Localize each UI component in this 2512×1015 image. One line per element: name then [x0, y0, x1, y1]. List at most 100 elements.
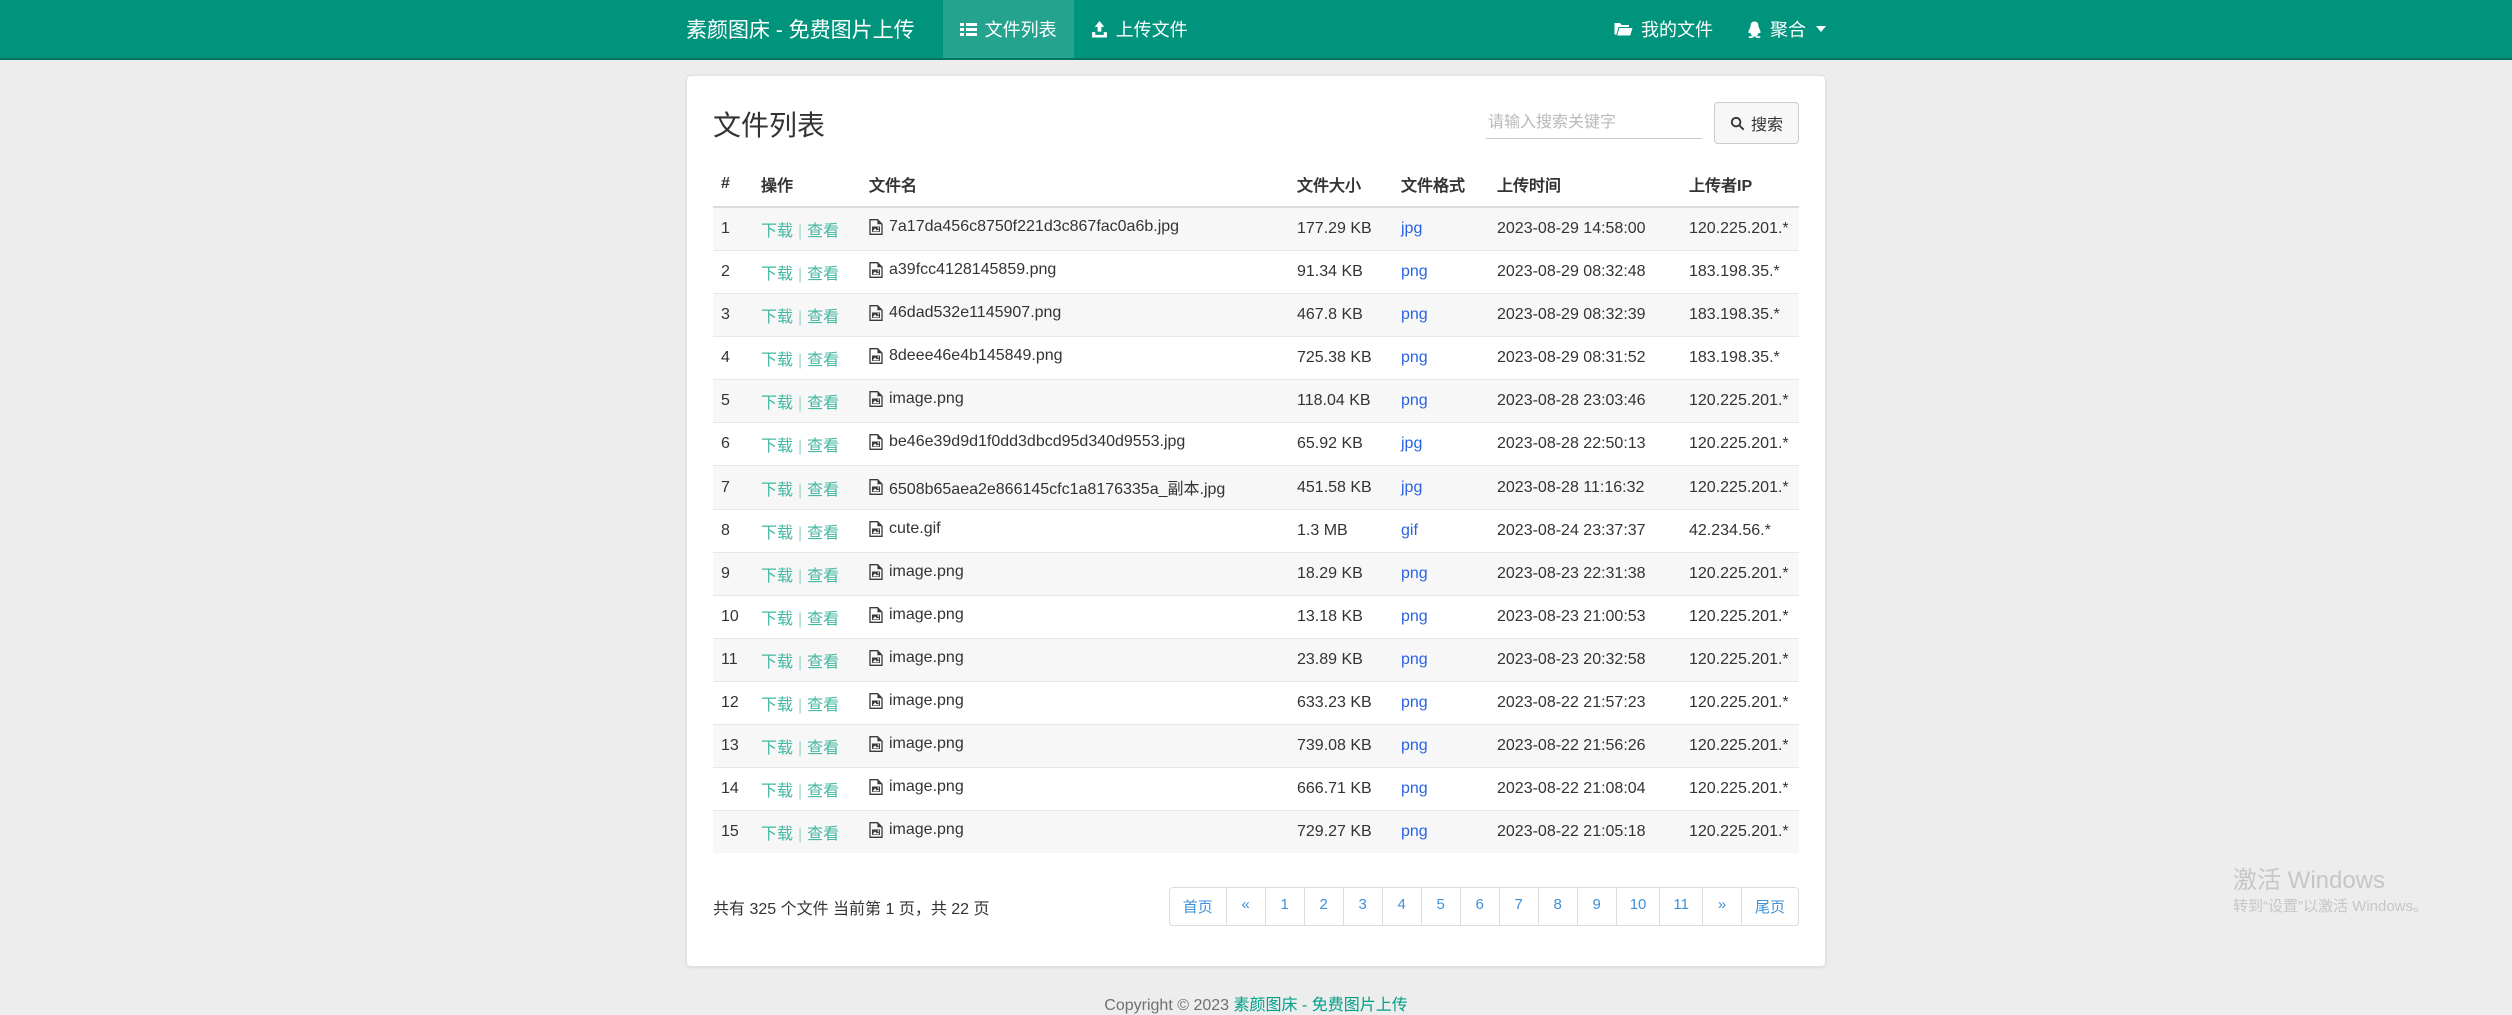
format-link[interactable]: png	[1401, 306, 1428, 323]
download-link[interactable]: 下载	[761, 697, 793, 714]
download-link[interactable]: 下载	[761, 654, 793, 671]
filename-text[interactable]: image.png	[889, 778, 964, 796]
nav-tab-file-list[interactable]: 文件列表	[943, 0, 1074, 58]
action-separator: |	[798, 395, 802, 412]
filename-text[interactable]: 8deee46e4b145849.png	[889, 347, 1063, 365]
download-link[interactable]: 下载	[761, 525, 793, 542]
row-size: 633.23 KB	[1289, 682, 1393, 725]
page-button-尾页[interactable]: 尾页	[1741, 887, 1799, 926]
page-button-首页[interactable]: 首页	[1169, 887, 1227, 926]
table-row: 11 下载|查看 image.png 23.89 KB png 2023-08-…	[713, 639, 1799, 682]
footer-site-link[interactable]: 素颜图床 - 免费图片上传	[1233, 997, 1407, 1014]
format-link[interactable]: jpg	[1401, 479, 1422, 496]
filename-text[interactable]: be46e39d9d1f0dd3dbcd95d340d9553.jpg	[889, 433, 1185, 451]
table-row: 14 下载|查看 image.png 666.71 KB png 2023-08…	[713, 768, 1799, 811]
filename-text[interactable]: image.png	[889, 606, 964, 624]
format-link[interactable]: png	[1401, 780, 1428, 797]
view-link[interactable]: 查看	[807, 438, 839, 455]
page-button-5[interactable]: 5	[1421, 887, 1461, 926]
page-button-3[interactable]: 3	[1343, 887, 1383, 926]
filename-text[interactable]: image.png	[889, 692, 964, 710]
filename-text[interactable]: 46dad532e1145907.png	[889, 304, 1061, 322]
filename-text[interactable]: 6508b65aea2e866145cfc1a8176335a_副本.jpg	[889, 475, 1225, 499]
format-link[interactable]: png	[1401, 823, 1428, 840]
row-filename: a39fcc4128145859.png	[861, 251, 1289, 294]
download-link[interactable]: 下载	[761, 568, 793, 585]
format-link[interactable]: png	[1401, 392, 1428, 409]
view-link[interactable]: 查看	[807, 611, 839, 628]
page-button-2[interactable]: 2	[1304, 887, 1344, 926]
view-link[interactable]: 查看	[807, 395, 839, 412]
row-upload-time: 2023-08-22 21:08:04	[1489, 768, 1681, 811]
brand-title[interactable]: 素颜图床 - 免费图片上传	[686, 0, 943, 58]
row-size: 118.04 KB	[1289, 380, 1393, 423]
filename-text[interactable]: image.png	[889, 649, 964, 667]
col-header-index: #	[713, 162, 753, 207]
filename-text[interactable]: image.png	[889, 563, 964, 581]
search-input[interactable]	[1486, 108, 1702, 139]
page-button-10[interactable]: 10	[1616, 887, 1661, 926]
page-button-6[interactable]: 6	[1460, 887, 1500, 926]
download-link[interactable]: 下载	[761, 783, 793, 800]
format-link[interactable]: gif	[1401, 522, 1418, 539]
page-button-4[interactable]: 4	[1382, 887, 1422, 926]
filename-text[interactable]: image.png	[889, 390, 964, 408]
format-link[interactable]: jpg	[1401, 220, 1422, 237]
filename-text[interactable]: 7a17da456c8750f221d3c867fac0a6b.jpg	[889, 218, 1179, 236]
format-link[interactable]: png	[1401, 651, 1428, 668]
download-link[interactable]: 下载	[761, 266, 793, 283]
download-link[interactable]: 下载	[761, 826, 793, 843]
row-upload-time: 2023-08-29 14:58:00	[1489, 207, 1681, 251]
view-link[interactable]: 查看	[807, 826, 839, 843]
format-link[interactable]: jpg	[1401, 435, 1422, 452]
download-link[interactable]: 下载	[761, 223, 793, 240]
view-link[interactable]: 查看	[807, 352, 839, 369]
filename-text[interactable]: a39fcc4128145859.png	[889, 261, 1056, 279]
view-link[interactable]: 查看	[807, 309, 839, 326]
page-button-1[interactable]: 1	[1265, 887, 1305, 926]
nav-tab-upload[interactable]: 上传文件	[1074, 0, 1205, 58]
view-link[interactable]: 查看	[807, 525, 839, 542]
my-files-link[interactable]: 我的文件	[1614, 16, 1713, 42]
download-link[interactable]: 下载	[761, 352, 793, 369]
view-link[interactable]: 查看	[807, 654, 839, 671]
search-button[interactable]: 搜索	[1714, 102, 1799, 144]
view-link[interactable]: 查看	[807, 223, 839, 240]
page-button-11[interactable]: 11	[1659, 887, 1703, 926]
download-link[interactable]: 下载	[761, 611, 793, 628]
format-link[interactable]: png	[1401, 263, 1428, 280]
page-button-8[interactable]: 8	[1538, 887, 1578, 926]
aggregate-menu[interactable]: 聚合	[1747, 16, 1826, 42]
file-count-summary: 共有 325 个文件 当前第 1 页，共 22 页	[713, 895, 990, 919]
page-button-7[interactable]: 7	[1499, 887, 1539, 926]
page-button-9[interactable]: 9	[1577, 887, 1617, 926]
download-link[interactable]: 下载	[761, 395, 793, 412]
view-link[interactable]: 查看	[807, 266, 839, 283]
page-button-»[interactable]: »	[1702, 887, 1742, 926]
view-link[interactable]: 查看	[807, 482, 839, 499]
download-link[interactable]: 下载	[761, 438, 793, 455]
filename-text[interactable]: image.png	[889, 735, 964, 753]
format-link[interactable]: png	[1401, 349, 1428, 366]
row-uploader-ip: 120.225.201.*	[1681, 639, 1799, 682]
row-index: 11	[713, 639, 753, 682]
format-link[interactable]: png	[1401, 565, 1428, 582]
row-format: png	[1393, 251, 1489, 294]
download-link[interactable]: 下载	[761, 740, 793, 757]
filename-text[interactable]: cute.gif	[889, 520, 941, 538]
row-uploader-ip: 120.225.201.*	[1681, 768, 1799, 811]
view-link[interactable]: 查看	[807, 783, 839, 800]
nav-tab-label: 文件列表	[985, 16, 1057, 42]
page-button-«[interactable]: «	[1226, 887, 1266, 926]
format-link[interactable]: png	[1401, 737, 1428, 754]
row-actions: 下载|查看	[753, 251, 861, 294]
view-link[interactable]: 查看	[807, 568, 839, 585]
filename-text[interactable]: image.png	[889, 821, 964, 839]
format-link[interactable]: png	[1401, 694, 1428, 711]
view-link[interactable]: 查看	[807, 740, 839, 757]
view-link[interactable]: 查看	[807, 697, 839, 714]
download-link[interactable]: 下载	[761, 482, 793, 499]
download-link[interactable]: 下载	[761, 309, 793, 326]
format-link[interactable]: png	[1401, 608, 1428, 625]
row-size: 725.38 KB	[1289, 337, 1393, 380]
